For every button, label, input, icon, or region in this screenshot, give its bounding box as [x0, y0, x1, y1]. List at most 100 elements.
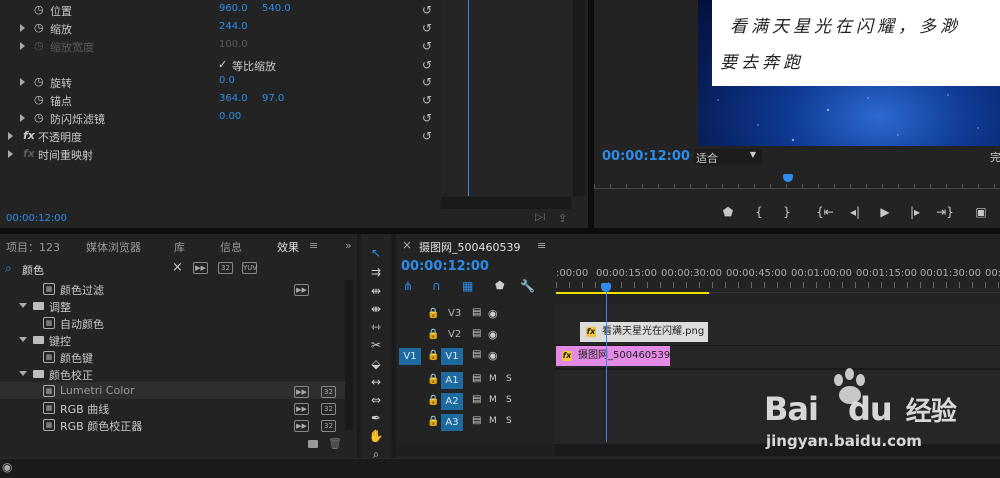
work-area-bar[interactable]: [556, 292, 709, 294]
add-marker-icon[interactable]: ⬟: [719, 205, 737, 219]
list-item[interactable]: ▦ RGB 曲线 ▶▶ 32: [0, 399, 350, 416]
list-item[interactable]: 颜色校正: [0, 365, 350, 382]
lock-icon[interactable]: 🔒: [427, 308, 439, 319]
clip-image[interactable]: fx 摄图网_500460539.jp: [556, 346, 670, 366]
slide-tool-icon[interactable]: ↔: [366, 374, 386, 390]
mute-button[interactable]: M: [489, 416, 497, 426]
reset-icon[interactable]: ↺: [420, 39, 434, 53]
delete-icon[interactable]: 🗑: [328, 437, 342, 450]
list-item[interactable]: ▦ 自动颜色: [0, 314, 350, 331]
lock-icon[interactable]: 🔒: [427, 329, 439, 340]
hand-tool-icon[interactable]: ✋: [366, 428, 386, 444]
eye-icon[interactable]: ◉: [488, 349, 498, 362]
export-icon[interactable]: ⇪: [558, 212, 567, 225]
collapse-triangle-icon[interactable]: [19, 371, 27, 376]
ec-value[interactable]: 97.0: [262, 93, 284, 104]
list-item[interactable]: ▦ RGB 颜色校正器 ▶▶ 32: [0, 416, 350, 433]
track-select-tool-icon[interactable]: ⇉: [366, 264, 386, 280]
tab-project[interactable]: 项目：123: [6, 239, 60, 255]
step-back-icon[interactable]: ◂|: [846, 205, 864, 219]
ec-row-time-remap[interactable]: fx 时间重映射: [0, 145, 440, 163]
track-label[interactable]: A1: [441, 372, 463, 389]
sync-lock-icon[interactable]: ▤: [472, 328, 481, 339]
ec-value[interactable]: 364.0: [219, 93, 248, 104]
ripple-edit-tool-icon[interactable]: ⇹: [366, 283, 386, 299]
wrench-icon[interactable]: 🔧: [520, 279, 535, 293]
effect-controls-scrollbar[interactable]: [573, 0, 585, 196]
list-item-selected[interactable]: ▦ Lumetri Color ▶▶ 32: [0, 382, 350, 399]
stopwatch-icon[interactable]: ◷: [34, 3, 44, 16]
render-status-icon[interactable]: ◉: [2, 460, 12, 474]
timeline-v-scrollbar[interactable]: [396, 444, 555, 456]
snap-icon[interactable]: ⋔: [403, 279, 413, 293]
timeline-menu-icon[interactable]: ≡: [537, 239, 546, 252]
reset-icon[interactable]: ↺: [420, 93, 434, 107]
collapse-triangle-icon[interactable]: [19, 337, 27, 342]
32bit-effects-icon[interactable]: 32: [218, 262, 233, 274]
ec-value[interactable]: 244.0: [219, 21, 248, 32]
track-label[interactable]: V3: [448, 308, 461, 319]
list-item[interactable]: 键控: [0, 331, 350, 348]
step-forward-icon[interactable]: |▸: [906, 205, 924, 219]
go-to-out-icon[interactable]: ⇥}: [936, 205, 954, 219]
eye-icon[interactable]: ◉: [488, 328, 498, 341]
export-frame-icon[interactable]: ▣: [972, 205, 990, 219]
insert-sequence-icon[interactable]: ▦: [462, 279, 473, 293]
slide-alt-tool-icon[interactable]: ⇔: [366, 392, 386, 408]
mute-button[interactable]: M: [489, 374, 497, 384]
monitor-timeruler[interactable]: [594, 176, 1000, 189]
monitor-timecode[interactable]: 00:00:12:00: [602, 149, 690, 164]
lock-icon[interactable]: 🔒: [427, 416, 439, 427]
ec-row-opacity[interactable]: fx 不透明度 ↺: [0, 127, 440, 145]
sync-lock-icon[interactable]: ▤: [472, 394, 481, 405]
sync-lock-icon[interactable]: ▤: [472, 373, 481, 384]
tab-info[interactable]: 信息: [220, 239, 242, 255]
sync-lock-icon[interactable]: ▤: [472, 349, 481, 360]
lock-icon[interactable]: 🔒: [427, 395, 439, 406]
reset-icon[interactable]: ↺: [420, 21, 434, 35]
track-label[interactable]: V1: [441, 348, 463, 365]
more-panels-icon[interactable]: »: [345, 239, 352, 252]
ec-h-scrollbar[interactable]: [441, 197, 571, 209]
reset-icon[interactable]: ↺: [420, 129, 434, 143]
ec-value[interactable]: 0.0: [219, 75, 235, 86]
stopwatch-icon[interactable]: ◷: [34, 111, 44, 124]
razor-tool-icon[interactable]: ✂: [366, 337, 386, 353]
rate-stretch-tool-icon[interactable]: ⇿: [366, 319, 386, 335]
solo-button[interactable]: S: [506, 374, 512, 384]
track-label[interactable]: A2: [441, 393, 463, 410]
rolling-edit-tool-icon[interactable]: ⇼: [366, 301, 386, 317]
timeline-timecode[interactable]: 00:00:12:00: [401, 259, 489, 274]
sequence-tab[interactable]: 摄图网_500460539: [419, 239, 521, 255]
solo-button[interactable]: S: [506, 395, 512, 405]
tab-media-browser[interactable]: 媒体浏览器: [86, 239, 141, 255]
play-loop-icon[interactable]: ▷⁞: [535, 212, 546, 223]
track-label[interactable]: V2: [448, 329, 461, 340]
selection-tool-icon[interactable]: ↖: [366, 245, 386, 261]
expand-triangle-icon[interactable]: [20, 42, 25, 50]
panel-divider[interactable]: [588, 0, 594, 228]
stopwatch-icon[interactable]: ◷: [34, 75, 44, 88]
stopwatch-icon[interactable]: ◷: [34, 21, 44, 34]
tab-effects[interactable]: 效果: [277, 239, 299, 255]
fit-dropdown[interactable]: 适合 ▼: [694, 149, 762, 165]
panel-divider[interactable]: [0, 228, 1000, 234]
track-label[interactable]: A3: [441, 414, 463, 431]
ec-value[interactable]: 0.00: [219, 111, 241, 122]
mute-button[interactable]: M: [489, 395, 497, 405]
tab-libraries[interactable]: 库: [174, 239, 185, 255]
quality-dropdown[interactable]: 完: [990, 149, 1000, 165]
accelerated-effects-icon[interactable]: ▶▶: [193, 262, 208, 274]
expand-triangle-icon[interactable]: [20, 24, 25, 32]
ec-value[interactable]: 960.0: [219, 3, 248, 14]
source-patch-v1[interactable]: V1: [399, 348, 421, 365]
clear-search-icon[interactable]: ×: [172, 260, 183, 275]
expand-triangle-icon[interactable]: [8, 150, 13, 158]
pen-tool-icon[interactable]: ✒: [366, 410, 386, 426]
linked-selection-icon[interactable]: ∩: [432, 279, 441, 293]
new-bin-icon[interactable]: [308, 440, 318, 448]
mark-out-icon[interactable]: }: [778, 205, 796, 219]
play-icon[interactable]: ▶: [876, 205, 894, 219]
reset-icon[interactable]: ↺: [420, 75, 434, 89]
lock-icon[interactable]: 🔒: [427, 350, 439, 361]
